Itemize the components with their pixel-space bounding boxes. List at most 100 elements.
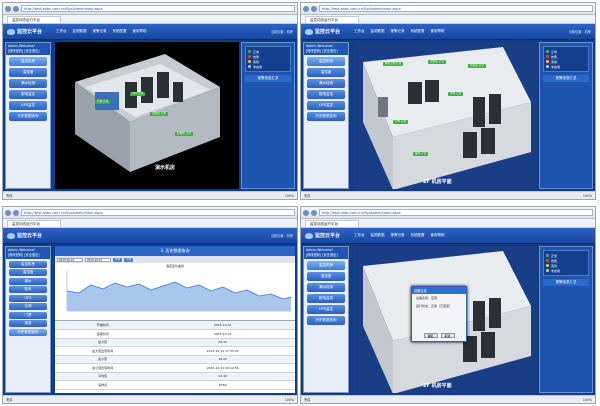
device-label[interactable]: 精密空调 正常 xyxy=(383,62,404,66)
browser-tab[interactable]: 监控动态运行平台 xyxy=(305,220,359,227)
menu-item[interactable]: 系统配置 xyxy=(411,233,425,238)
sidebar-item[interactable]: 配电监控 xyxy=(307,294,345,303)
sidebar-item[interactable]: 温湿度 xyxy=(307,272,345,281)
end-date-input[interactable]: 2015-10-31 xyxy=(85,257,111,262)
sidebar-item[interactable]: 温湿度 xyxy=(9,68,47,77)
app-header: 监控云平台 工作台 监测数据 报警记录 系统配置 使用帮助 当前位置：机房 xyxy=(3,24,297,40)
sidebar-item[interactable]: 历史数据查询 xyxy=(9,112,47,121)
sidebar-item[interactable]: 历史数据查询 xyxy=(307,316,345,325)
sidebar-item[interactable]: 配电监控 xyxy=(9,90,47,99)
sidebar-item[interactable]: 漏水检测 xyxy=(307,79,345,88)
device-label[interactable]: UPS 正常 xyxy=(393,120,409,124)
ok-button[interactable]: 确定 xyxy=(423,333,438,338)
menu-item[interactable]: 系统配置 xyxy=(113,29,127,34)
legend-text: 告警 xyxy=(551,258,558,263)
forward-icon[interactable] xyxy=(13,5,19,12)
legend-text: 离线 xyxy=(253,59,260,64)
device-label[interactable]: 配电柜 正常 xyxy=(175,132,193,136)
query-button[interactable]: 查询 xyxy=(113,257,123,262)
back-icon[interactable] xyxy=(5,209,11,216)
user-links[interactable]: [修改密码] [安全退出] xyxy=(8,49,48,54)
table-cell: 结束时间 xyxy=(55,329,151,339)
back-icon[interactable] xyxy=(303,5,309,12)
sidebar-item[interactable]: 漏水 xyxy=(9,277,47,285)
zoom-level[interactable]: 100% xyxy=(583,398,592,402)
device-label[interactable]: 温湿度 正常 xyxy=(428,60,446,64)
breadcrumb: 当前位置：机房 xyxy=(568,30,591,34)
sidebar-item[interactable]: 温湿度 xyxy=(9,269,47,276)
sidebar-item[interactable]: 历史数据查询 xyxy=(307,112,345,121)
menu-item[interactable]: 工作台 xyxy=(56,29,67,34)
logo-text: 监控云平台 xyxy=(315,233,341,239)
sidebar-item[interactable]: UPS监控 xyxy=(9,101,47,110)
menu-item[interactable]: 工作台 xyxy=(354,29,365,34)
sidebar-item[interactable]: UPS监控 xyxy=(307,305,345,314)
status-dot-icon xyxy=(546,254,549,257)
back-icon[interactable] xyxy=(303,209,309,216)
cancel-button[interactable]: 取消 xyxy=(440,333,455,338)
sidebar-item[interactable]: 漏水检测 xyxy=(9,79,47,88)
menu-item[interactable]: 工作台 xyxy=(354,233,365,238)
sidebar-item[interactable]: 监控机房 xyxy=(9,260,47,268)
user-links[interactable]: [修改密码] [安全退出] xyxy=(306,253,346,258)
menu-item[interactable]: 监测数据 xyxy=(371,233,385,238)
menu-item[interactable]: 系统配置 xyxy=(411,29,425,34)
device-label[interactable]: 温湿度 正常 xyxy=(150,112,168,116)
sidebar-item[interactable]: 配电监控 xyxy=(307,90,345,99)
device-label[interactable]: 漏水 正常 xyxy=(413,152,429,156)
forward-icon[interactable] xyxy=(311,209,317,216)
menu-item[interactable]: 使用帮助 xyxy=(431,29,445,34)
floor-3d-view[interactable]: 精密空调 正常 温湿度 正常 温湿度 正常 UPS 正常 配电 正常 漏水 正常… xyxy=(353,42,537,189)
sidebar-item[interactable]: 监控机房 xyxy=(307,57,345,66)
user-links[interactable]: [修改密码] [安全退出] xyxy=(8,253,48,258)
screenshot-collage: http://test.ahbc.com.cn/SysAdmin/main.as… xyxy=(0,0,600,406)
sidebar-item[interactable]: 温湿度 xyxy=(307,68,345,77)
dialog-device-name: 设备名称：空调 xyxy=(416,296,438,300)
browser-tab[interactable]: 监控动态运行平台 xyxy=(7,16,61,23)
menu-item[interactable]: 报警记录 xyxy=(93,29,107,34)
sidebar-item[interactable]: 门禁 xyxy=(9,311,47,319)
device-label[interactable]: 空调 正常 xyxy=(95,100,111,104)
device-label[interactable]: UPS 正常 xyxy=(130,92,146,96)
browser-statusbar: 完成 100% xyxy=(3,395,297,403)
user-links[interactable]: [修改密码] [安全退出] xyxy=(306,49,346,54)
floor-3d-view[interactable]: 2F 机房平面 设备信息 设备名称：空调 运行状态：正常（已连接） 确定 取消 xyxy=(353,246,537,393)
sidebar-item[interactable]: 监控机房 xyxy=(9,57,47,66)
sidebar-item[interactable]: UPS监控 xyxy=(307,101,345,110)
start-date-input[interactable]: 2015-10-01 xyxy=(57,257,83,262)
sidebar-item[interactable]: 烟感 xyxy=(9,320,47,327)
app-area: 监控云平台 当前位置：机房 Admin,Welcome! [修改密码] [安全退出… xyxy=(3,228,297,395)
menu-item[interactable]: 报警记录 xyxy=(391,233,405,238)
browser-tab[interactable]: 监控动态运行平台 xyxy=(305,16,359,23)
device-label[interactable]: 温湿度 正常 xyxy=(468,64,486,68)
right-panel: 正常 告警 离线 未启用 报警信息汇总 xyxy=(539,246,593,393)
top-menu: 工作台 监测数据 报警记录 系统配置 使用帮助 xyxy=(354,233,445,238)
sidebar-item[interactable]: 漏水检测 xyxy=(307,283,345,292)
sidebar-item[interactable]: UPS xyxy=(9,294,47,302)
room-3d-view[interactable]: 空调 正常 温湿度 正常 UPS 正常 配电柜 正常 演示机房 xyxy=(55,42,239,189)
address-bar[interactable]: http://test.ahbc.com.cn/SysAdmin/main.as… xyxy=(319,209,593,216)
sidebar-item[interactable]: 监控机房 xyxy=(307,261,345,270)
zoom-level[interactable]: 100% xyxy=(583,194,592,198)
browser-toolbar: http://test.ahbc.com.cn/SysAdmin/main.as… xyxy=(3,3,297,15)
address-bar[interactable]: http://test.ahbc.com.cn/SysAdmin/main.as… xyxy=(21,5,295,12)
forward-icon[interactable] xyxy=(13,209,19,216)
zoom-level[interactable]: 100% xyxy=(285,194,294,198)
menu-item[interactable]: 使用帮助 xyxy=(431,233,445,238)
menu-item[interactable]: 报警记录 xyxy=(391,29,405,34)
legend-text: 告警 xyxy=(253,54,260,59)
browser-tab[interactable]: 监控动态运行平台 xyxy=(7,220,61,227)
export-button[interactable]: 导出 xyxy=(124,257,134,262)
forward-icon[interactable] xyxy=(311,5,317,12)
address-bar[interactable]: http://test.ahbc.com.cn/SysAdmin/main.as… xyxy=(319,5,593,12)
sidebar-item[interactable]: 历史数据查询 xyxy=(9,328,47,336)
menu-item[interactable]: 监测数据 xyxy=(73,29,87,34)
sidebar-item[interactable]: 空调 xyxy=(9,303,47,310)
device-label[interactable]: 配电 正常 xyxy=(448,92,464,96)
zoom-level[interactable]: 100% xyxy=(285,398,294,402)
address-bar[interactable]: http://test.ahbc.com.cn/SysAdmin/main.as… xyxy=(21,209,295,216)
sidebar-item[interactable]: 配电 xyxy=(9,286,47,293)
back-icon[interactable] xyxy=(5,5,11,12)
menu-item[interactable]: 使用帮助 xyxy=(133,29,147,34)
menu-item[interactable]: 监测数据 xyxy=(371,29,385,34)
